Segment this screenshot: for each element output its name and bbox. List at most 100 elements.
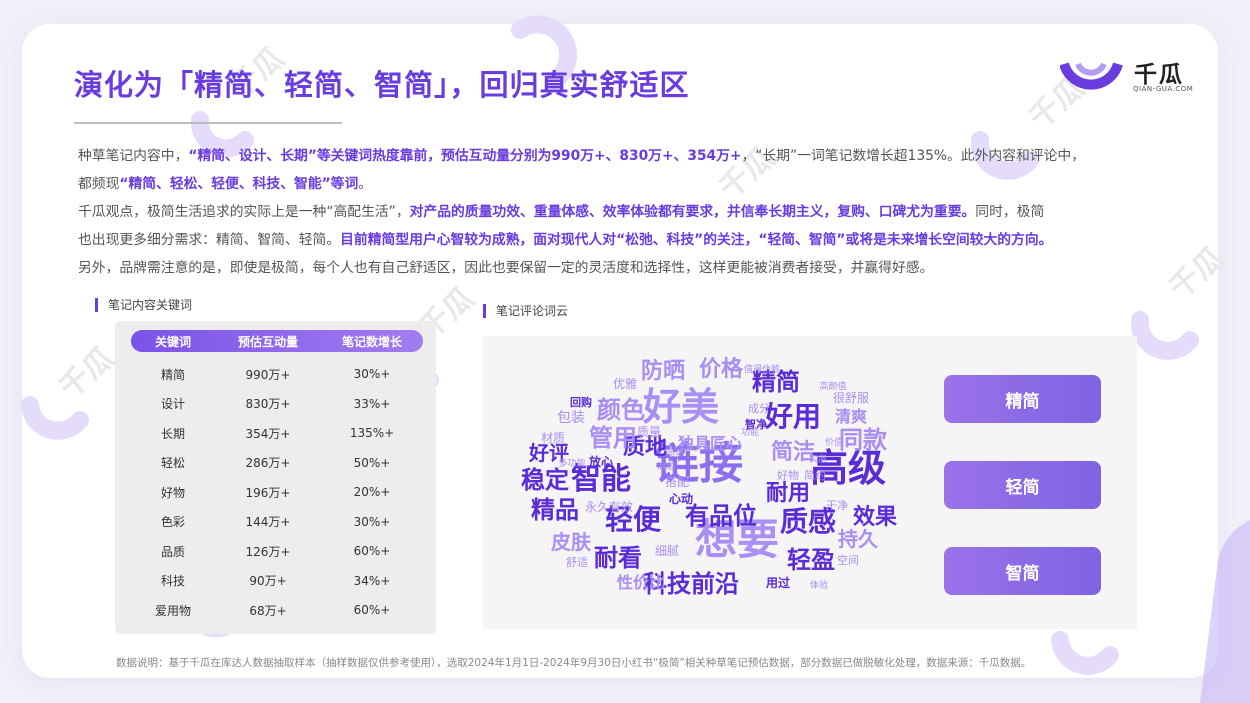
cloud-word: 价值 — [825, 436, 843, 448]
cell-growth: 33%+ — [353, 396, 391, 411]
paragraph-line-4: 也出现更多细分需求：精简、智简、轻简。目前精简型用户心智较为成熟，面对现代人对“… — [78, 228, 1198, 252]
cell-keyword: 精简 — [160, 367, 185, 382]
cloud-word: 耐看 — [594, 544, 642, 572]
tag-pill-zhijian: 智简 — [944, 547, 1101, 595]
cloud-word: 轻盈 — [787, 546, 835, 574]
cloud-word: 耐用 — [766, 481, 810, 506]
cell-growth: 60%+ — [353, 544, 391, 558]
table-row: 设计 830万+ 33%+ — [131, 393, 423, 415]
cell-interactions: 830万+ — [245, 397, 291, 411]
cell-interactions: 196万+ — [245, 485, 291, 500]
cell-interactions: 144万+ — [245, 515, 291, 529]
cloud-section-label: 笔记评论词云 — [483, 304, 568, 318]
cloud-word: 简约 — [804, 468, 826, 482]
highlight-text: “精简、设计、长期”等关键词热度靠前，预估互动量分别为990万+、830万+、3… — [188, 148, 742, 164]
cell-keyword: 品质 — [160, 544, 185, 559]
body-text: 都频现 — [78, 176, 120, 192]
cloud-word: 体验 — [810, 579, 828, 591]
cloud-word: 简单 — [666, 447, 684, 459]
cell-keyword: 爱用物 — [154, 603, 191, 618]
cloud-word: 放心 — [588, 454, 613, 469]
highlight-text: 目前精简型用户心智较为成熟，面对现代人对“松弛、科技”的关注，“轻简、智简”或将… — [340, 232, 1053, 248]
cell-keyword: 轻松 — [160, 456, 185, 470]
cloud-word: 材质 — [541, 431, 565, 445]
cloud-word: 稳定 — [521, 466, 569, 494]
cloud-word: 高颜值 — [819, 380, 846, 392]
cell-interactions: 126万+ — [245, 544, 291, 559]
cloud-word: 同款 — [839, 426, 888, 454]
cloud-word: 管用 — [589, 424, 637, 452]
body-text: 。 — [358, 176, 373, 192]
cloud-word: 质量 — [637, 425, 661, 439]
cell-growth: 30%+ — [353, 514, 391, 529]
cell-growth: 50%+ — [353, 455, 391, 470]
header-interactions: 预估互动量 — [237, 334, 298, 349]
title-divider — [74, 122, 342, 124]
table-row: 精简 990万+ 30%+ — [131, 363, 423, 385]
cloud-word: 防晒 — [641, 359, 685, 384]
cloud-word: 细腻 — [655, 544, 679, 558]
cloud-word: 空间 — [837, 553, 859, 567]
tag-pill-jingjian: 精简 — [944, 375, 1101, 423]
cell-interactions: 286万+ — [245, 456, 291, 470]
cell-keyword: 设计 — [160, 397, 185, 411]
body-text: 同时，极简 — [975, 204, 1045, 220]
cloud-word: 有品位 — [685, 502, 757, 530]
cell-growth: 30%+ — [353, 367, 391, 381]
cloud-word: 搭配 — [665, 475, 689, 489]
cloud-word: 永久有效 — [585, 499, 633, 514]
cell-growth: 34%+ — [353, 573, 391, 588]
header-keyword: 关键词 — [154, 334, 191, 349]
cloud-word: 成分 — [748, 402, 770, 415]
cloud-word: 用过 — [765, 575, 790, 590]
cloud-word: 好物 — [777, 468, 799, 482]
cloud-word: 精品 — [531, 496, 579, 524]
cloud-word: 心动 — [669, 492, 693, 506]
body-text: 种草笔记内容中， — [78, 148, 189, 164]
cell-growth: 135%+ — [349, 426, 395, 440]
page-title: 演化为「精简、轻简、智简」，回归真实舒适区 — [74, 68, 690, 102]
cloud-word: 回购 — [570, 395, 592, 409]
cloud-word: 性价比 — [617, 573, 665, 592]
body-text: ，“长期”一词笔记数增长超135%。此外内容和评论中， — [741, 148, 1085, 164]
cell-growth: 20%+ — [353, 485, 391, 499]
brand-url: QIAN-GUA.COM — [1133, 85, 1194, 93]
table-row: 品质 126万+ 60%+ — [131, 540, 423, 562]
paragraph-line-2: 都频现“精简、轻松、轻便、科技、智能”等词。 — [78, 172, 1198, 196]
cloud-word: 包装 — [557, 410, 585, 426]
cell-keyword: 色彩 — [160, 515, 185, 529]
cloud-word: 颜色 — [597, 396, 645, 424]
cloud-word: 价格 — [699, 356, 744, 382]
keyword-table-header: 关键词 预估互动量 笔记数增长 — [131, 330, 423, 352]
table-row: 长期 354万+ 135%+ — [131, 422, 423, 444]
table-row: 科技 90万+ 34%+ — [131, 570, 423, 592]
cloud-word: 舒适 — [566, 555, 588, 569]
cloud-word: 皮肤 — [551, 530, 592, 554]
highlight-text: “精简、轻松、轻便、科技、智能”等词 — [119, 176, 359, 192]
cloud-word: 清爽 — [835, 407, 867, 426]
data-source-footnote: 数据说明：基于千瓜在库达人数据抽取样本（抽样数据仅供参考使用），选取2024年1… — [116, 657, 1032, 669]
cell-interactions: 68万+ — [249, 603, 287, 618]
cloud-word: 持久 — [838, 527, 879, 551]
cloud-word: 好美 — [642, 385, 719, 429]
body-text: 也出现更多细分需求：精简、智简、轻简。 — [78, 232, 341, 248]
brand-name: 千瓜 — [1134, 62, 1184, 88]
cloud-word: 功能 — [741, 426, 759, 438]
cloud-word: 干净 — [826, 498, 848, 512]
cloud-word: 好用 — [764, 400, 821, 433]
tag-pill-qingjian: 轻简 — [944, 461, 1101, 509]
cell-interactions: 90万+ — [249, 574, 287, 588]
cell-keyword: 科技 — [160, 574, 185, 588]
cell-growth: 60%+ — [353, 603, 391, 617]
table-row: 好物 196万+ 20%+ — [131, 481, 423, 503]
keyword-section-label: 笔记内容关键词 — [95, 298, 192, 312]
cell-interactions: 354万+ — [245, 426, 291, 441]
body-text: 另外，品牌需注意的是，即使是极简，每个人也有自己舒适区，因此也要保留一定的灵活度… — [78, 260, 934, 276]
cloud-word: 治愈 — [657, 460, 675, 472]
cloud-word: 很舒服 — [833, 391, 869, 405]
cell-keyword: 好物 — [160, 485, 185, 500]
paragraph-line-3: 千瓜观点，极简生活追求的实际上是一种“高配生活”，对产品的质量功效、重量体感、效… — [78, 200, 1198, 224]
header-growth: 笔记数增长 — [341, 334, 402, 349]
cell-keyword: 长期 — [160, 426, 185, 441]
cloud-word: 实用 — [809, 453, 827, 465]
